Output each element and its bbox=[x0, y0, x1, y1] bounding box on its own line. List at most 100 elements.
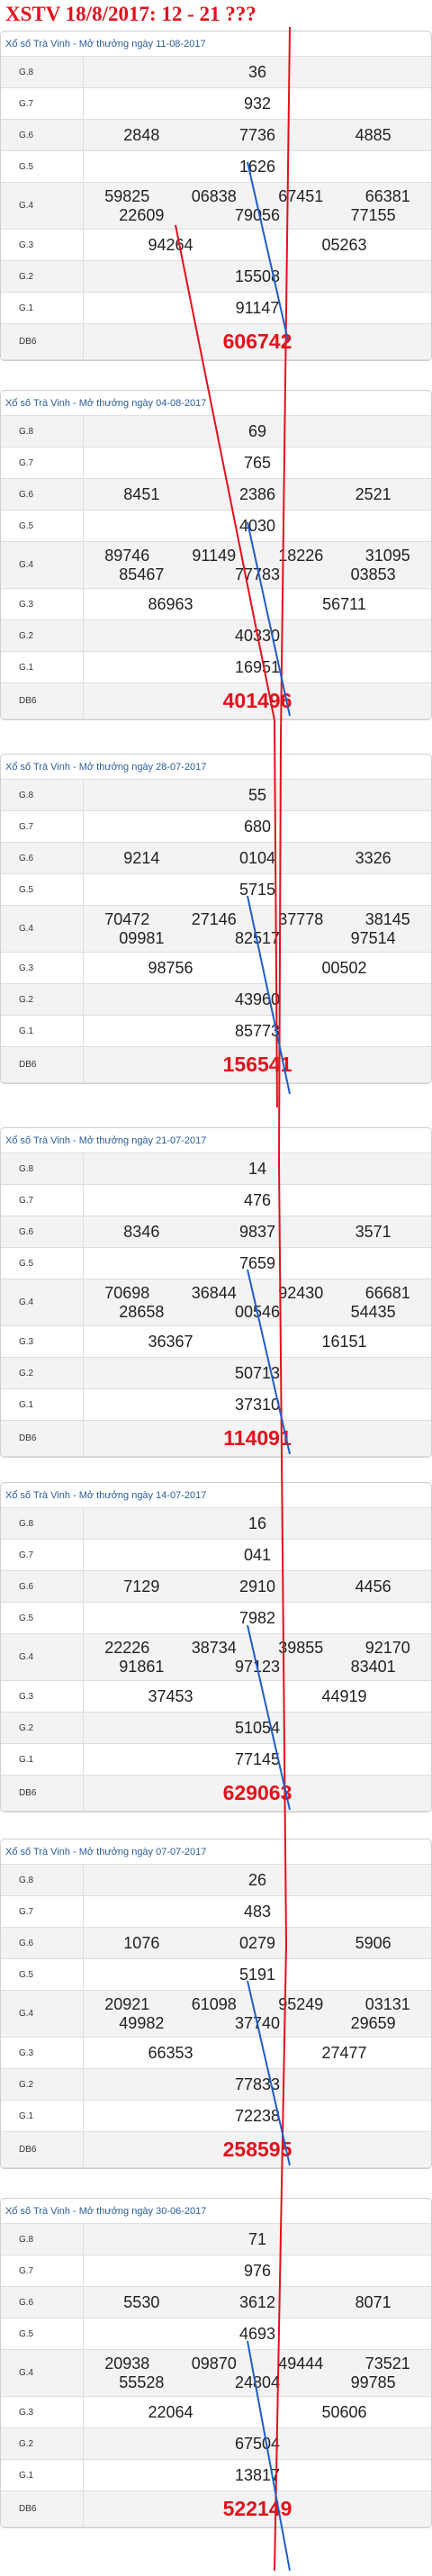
prize-number: 38734 bbox=[191, 1638, 237, 1657]
prize-values: 5191 bbox=[84, 1959, 431, 1990]
prize-values: 50713 bbox=[84, 1358, 431, 1388]
prize-row: DB6 156541 bbox=[1, 1047, 431, 1083]
prize-number: 77833 bbox=[234, 2074, 281, 2093]
prize-number: 1626 bbox=[238, 157, 276, 176]
prize-number: 36844 bbox=[191, 1283, 237, 1302]
prize-row: G.3 94264 05263 bbox=[1, 230, 431, 261]
prize-values: 522149 bbox=[84, 2491, 431, 2526]
prize-number: 4456 bbox=[355, 1577, 392, 1595]
prize-row: G.2 67504 bbox=[1, 2428, 431, 2460]
prize-values: 156541 bbox=[84, 1047, 431, 1082]
prize-label: G.2 bbox=[1, 1713, 84, 1743]
prize-row: G.8 55 bbox=[1, 780, 431, 811]
prize-values: 114091 bbox=[84, 1421, 431, 1456]
prize-values: 4693 bbox=[84, 2318, 431, 2349]
prize-row: G.4 89746 91149 18226 31095 85467 77783 03853 bbox=[1, 542, 431, 589]
prize-number: 89746 bbox=[104, 546, 150, 565]
prize-number: 94264 bbox=[148, 235, 194, 254]
prize-number: 2848 bbox=[123, 125, 160, 144]
prize-label: G.4 bbox=[1, 542, 84, 588]
prize-number: 7982 bbox=[238, 1608, 276, 1627]
prize-row: DB6 629063 bbox=[1, 1776, 431, 1812]
prize-number: 156541 bbox=[222, 1053, 292, 1076]
prize-values: 43960 bbox=[84, 984, 431, 1015]
prize-row: G.8 26 bbox=[1, 1865, 431, 1896]
banner: XSTV 18/8/2017: 12 - 21 ??? bbox=[0, 0, 432, 29]
prize-number: 82517 bbox=[234, 928, 281, 947]
draw-date-header: Xổ số Trà Vinh - Mở thưởng ngày 07-07-20… bbox=[1, 1839, 431, 1865]
prize-values: 94264 05263 bbox=[84, 230, 431, 260]
prize-row: G.2 50713 bbox=[1, 1358, 431, 1389]
prize-number: 680 bbox=[243, 817, 272, 836]
prize-label: G.5 bbox=[1, 2318, 84, 2349]
prize-values: 483 bbox=[84, 1896, 431, 1927]
prize-values: 1626 bbox=[84, 151, 431, 182]
prize-row: G.1 91147 bbox=[1, 293, 431, 324]
prize-row: G.1 16951 bbox=[1, 652, 431, 683]
prize-values: 16 bbox=[84, 1508, 431, 1539]
draw-date-header: Xổ số Trà Vinh - Mở thưởng ngày 30-06-20… bbox=[1, 2199, 431, 2224]
prize-number: 69 bbox=[248, 421, 267, 440]
prize-number: 4885 bbox=[355, 125, 392, 144]
prize-row: G.1 77145 bbox=[1, 1744, 431, 1776]
prize-values: 629063 bbox=[84, 1776, 431, 1811]
prize-values: 37453 44919 bbox=[84, 1681, 431, 1712]
prize-row: G.5 5191 bbox=[1, 1959, 431, 1991]
prize-number: 85467 bbox=[119, 565, 165, 583]
prize-number: 27477 bbox=[321, 2043, 367, 2062]
prize-label: G.4 bbox=[1, 1991, 84, 2037]
prize-number: 606742 bbox=[222, 330, 292, 353]
prize-row: G.4 20921 61098 95249 03131 49982 37740 29659 bbox=[1, 1991, 431, 2038]
prize-label: G.8 bbox=[1, 1865, 84, 1895]
prize-row: DB6 401496 bbox=[1, 683, 431, 719]
prize-row: G.3 37453 44919 bbox=[1, 1681, 431, 1713]
prize-label: G.6 bbox=[1, 1216, 84, 1247]
prize-row: G.8 69 bbox=[1, 416, 431, 447]
prize-values: 22226 38734 39855 92170 91861 97123 83401 bbox=[84, 1634, 431, 1680]
prize-number: 7659 bbox=[238, 1253, 276, 1272]
prize-number: 37310 bbox=[234, 1395, 281, 1414]
prize-number: 03131 bbox=[364, 1994, 410, 2013]
prize-number: 522149 bbox=[222, 2497, 292, 2520]
prize-number: 16 bbox=[248, 1514, 267, 1532]
prize-number: 37740 bbox=[234, 2013, 281, 2032]
prize-table: G.8 55 G.7 680 G.6 9214 0104 3326 G.5 5715 G.4 7047… bbox=[1, 780, 431, 1083]
prize-number: 70698 bbox=[104, 1283, 150, 1302]
prize-number: 16951 bbox=[234, 657, 281, 676]
prize-label: G.2 bbox=[1, 620, 84, 651]
prize-number: 98756 bbox=[148, 958, 194, 977]
prize-label: G.6 bbox=[1, 1928, 84, 1958]
draw-result-panel: Xổ số Trà Vinh - Mở thưởng ngày 28-07-20… bbox=[0, 754, 432, 1084]
prize-number: 24804 bbox=[234, 2373, 281, 2391]
prize-number: 66681 bbox=[364, 1283, 410, 1302]
prize-label: G.1 bbox=[1, 1016, 84, 1046]
prize-number: 2910 bbox=[238, 1577, 275, 1595]
prize-table: G.8 14 G.7 476 G.6 8346 9837 3571 G.5 7659 G.4 7069… bbox=[1, 1153, 431, 1457]
prize-row: G.6 1076 0279 5906 bbox=[1, 1928, 431, 1959]
prize-values: 765 bbox=[84, 447, 431, 478]
prize-label: G.8 bbox=[1, 780, 84, 810]
prize-label: G.6 bbox=[1, 1571, 84, 1602]
prize-row: G.7 041 bbox=[1, 1540, 431, 1571]
prize-number: 83401 bbox=[350, 1657, 396, 1676]
draw-date-header: Xổ số Trà Vinh - Mở thưởng ngày 14-07-20… bbox=[1, 1483, 431, 1508]
prize-number: 86963 bbox=[148, 594, 194, 613]
prize-label: G.5 bbox=[1, 874, 84, 905]
prize-number: 976 bbox=[243, 2261, 272, 2280]
prize-row: DB6 114091 bbox=[1, 1421, 431, 1457]
prize-row: G.5 7659 bbox=[1, 1248, 431, 1279]
prize-number: 00502 bbox=[321, 958, 367, 977]
prize-label: G.2 bbox=[1, 261, 84, 292]
prize-row: G.5 5715 bbox=[1, 874, 431, 906]
prize-table: G.8 69 G.7 765 G.6 8451 2386 2521 G.5 4030 G.4 8974… bbox=[1, 416, 431, 719]
prize-number: 05263 bbox=[321, 235, 367, 254]
prize-number: 13817 bbox=[234, 2465, 281, 2484]
prize-values: 69 bbox=[84, 416, 431, 447]
prize-number: 29659 bbox=[350, 2013, 396, 2032]
prize-number: 97514 bbox=[350, 928, 396, 947]
prize-label: G.3 bbox=[1, 953, 84, 983]
prize-number: 3612 bbox=[238, 2292, 275, 2311]
prize-row: G.2 51054 bbox=[1, 1713, 431, 1744]
prize-values: 401496 bbox=[84, 683, 431, 719]
prize-row: G.6 5530 3612 8071 bbox=[1, 2287, 431, 2318]
